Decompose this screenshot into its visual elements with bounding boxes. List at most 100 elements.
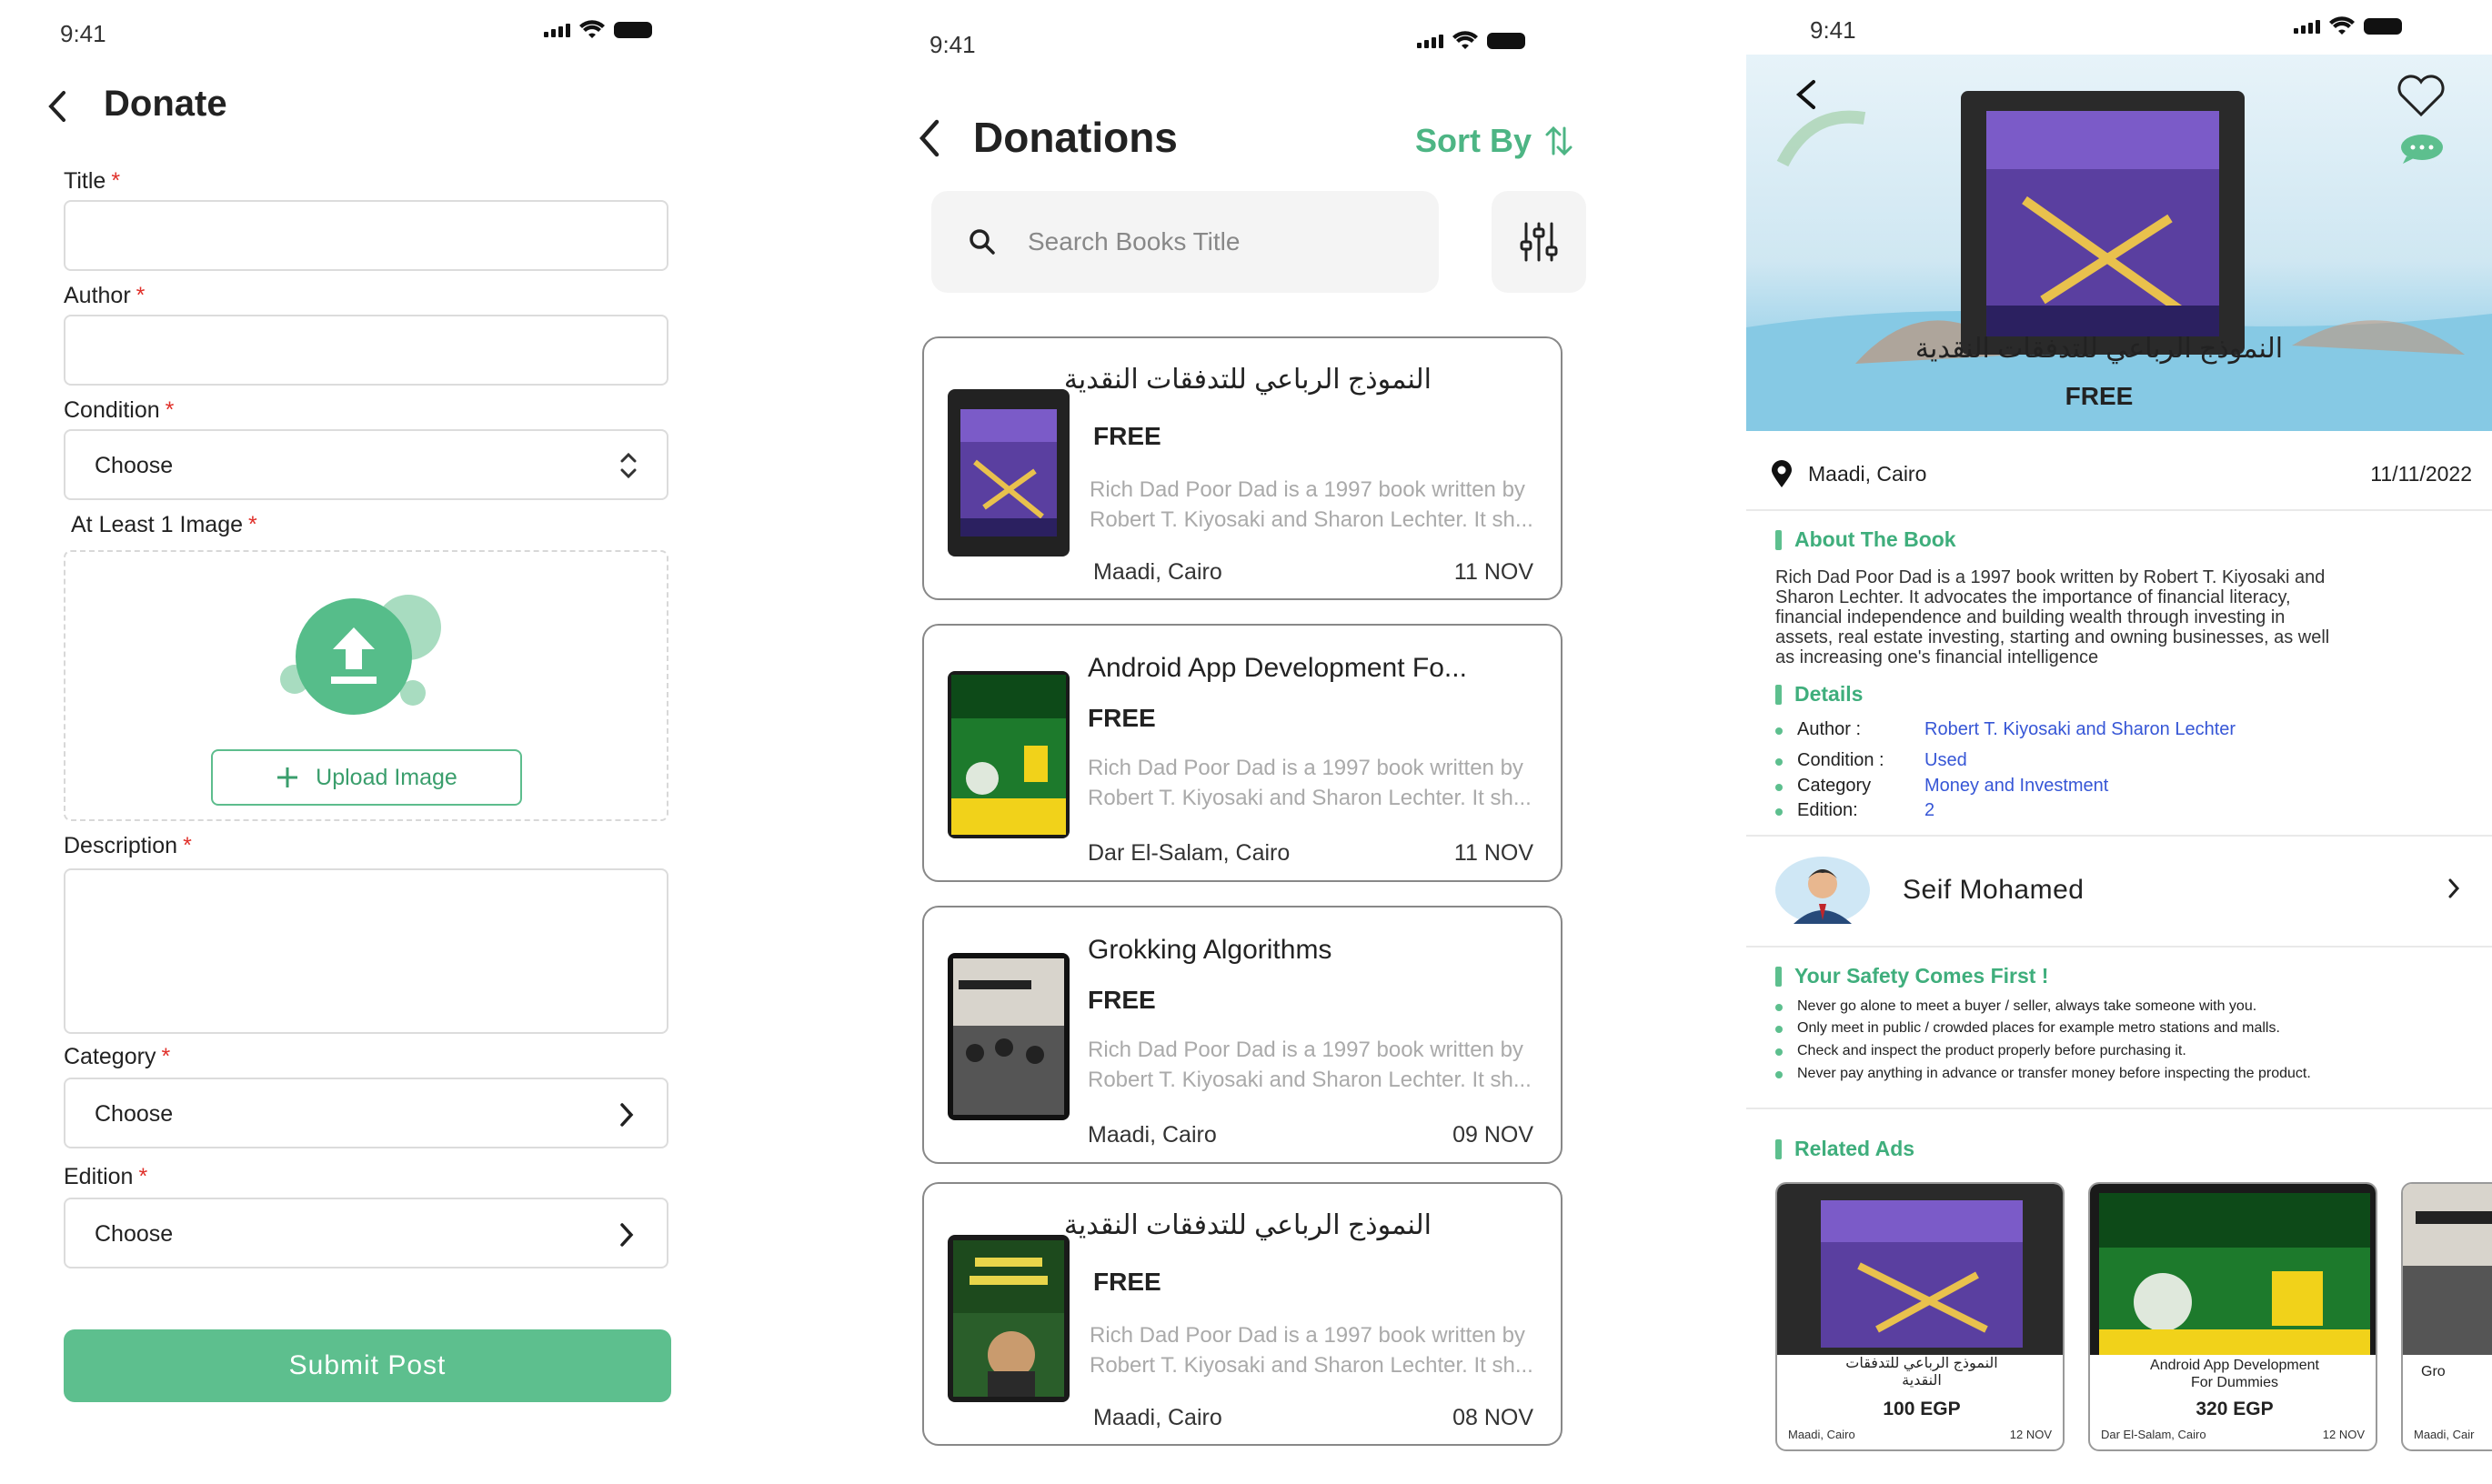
- location-pin-icon: [1772, 460, 1792, 487]
- condition-label: Condition *: [64, 397, 175, 423]
- book-cover-image: [1961, 91, 2245, 355]
- author-value[interactable]: Robert T. Kiyosaki and Sharon Lechter: [1924, 719, 2236, 740]
- sort-by-button[interactable]: Sort By: [1415, 122, 1573, 160]
- safety-tip: Never pay anything in advance or transfe…: [1797, 1066, 2311, 1081]
- upload-image-label: Upload Image: [316, 764, 457, 790]
- back-arrow-icon[interactable]: [45, 89, 69, 124]
- status-icons: [544, 20, 652, 40]
- date-label: 11 NOV: [1453, 559, 1533, 585]
- safety-tip: Never go alone to meet a buyer / seller,…: [1797, 998, 2257, 1014]
- about-text: Rich Dad Poor Dad is a 1997 book written…: [1775, 567, 2330, 667]
- category-select[interactable]: Choose: [64, 1078, 668, 1148]
- battery-icon: [2364, 18, 2402, 35]
- book-description: Rich Dad Poor Dad is a 1997 book written…: [1088, 756, 1532, 810]
- book-title: النموذج الرباعي للتدفقات النقدية: [1914, 334, 2284, 364]
- chevron-right-icon: [620, 1103, 634, 1127]
- status-time: 9:41: [929, 31, 976, 58]
- edition-select[interactable]: Choose: [64, 1198, 668, 1268]
- price-label: FREE: [1093, 422, 1161, 450]
- image-label: At Least 1 Image *: [71, 512, 257, 537]
- date-label: 11/11/2022: [2370, 462, 2472, 486]
- related-ad-card[interactable]: Android App Development For Dummies 320 E…: [2088, 1182, 2377, 1451]
- filter-button[interactable]: [1492, 191, 1586, 293]
- heart-icon[interactable]: [2396, 75, 2447, 118]
- seller-row[interactable]: Seif Mohamed: [1746, 837, 2492, 944]
- about-heading: About The Book: [1775, 527, 1956, 552]
- book-title: النموذج الرباعي للتدفقات النقدية: [1063, 365, 1432, 395]
- back-arrow-icon[interactable]: [917, 118, 942, 158]
- battery-icon: [1487, 33, 1525, 49]
- title-label: Title *: [64, 168, 121, 194]
- condition-value: Used: [1924, 750, 1967, 770]
- book-cover-image: [948, 389, 1070, 556]
- related-ad-title: النموذج الرباعي للتدفقات النقدية: [1845, 1356, 1998, 1389]
- author-input[interactable]: [64, 315, 668, 386]
- list-item[interactable]: النموذج الرباعي للتدفقات النقدية FREE Ri…: [922, 336, 1563, 600]
- list-item[interactable]: Grokking Algorithms FREE Rich Dad Poor D…: [922, 906, 1563, 1164]
- chevron-right-icon: [620, 1223, 634, 1247]
- category-value: Choose: [95, 1101, 174, 1127]
- book-cover-image: [948, 953, 1070, 1120]
- book-title: Android App Development Fo...: [1088, 653, 1467, 683]
- search-input[interactable]: Search Books Title: [1028, 227, 1240, 256]
- search-icon: [970, 229, 995, 255]
- edition-label: Edition:: [1797, 800, 1858, 820]
- filter-sliders-icon: [1520, 222, 1558, 262]
- description-textarea[interactable]: [64, 868, 668, 1034]
- book-title: Grokking Algorithms: [1088, 935, 1332, 965]
- safety-tip: Only meet in public / crowded places for…: [1797, 1020, 2280, 1036]
- search-bar[interactable]: Search Books Title: [931, 191, 1439, 293]
- book-detail-screen: 9:41 النموذج الرباعي للتدفقات النقدية FR…: [1746, 0, 2492, 1484]
- submit-post-button[interactable]: Submit Post: [64, 1329, 671, 1402]
- wifi-icon: [2329, 16, 2355, 35]
- category-label: Category *: [64, 1044, 171, 1069]
- battery-icon: [614, 22, 652, 38]
- location-label: Maadi, Cairo: [1093, 1405, 1222, 1430]
- book-cover-image: [2403, 1184, 2492, 1355]
- divider: [1746, 1108, 2492, 1109]
- related-ad-location: Dar El-Salam, Cairo: [2101, 1428, 2206, 1441]
- related-ad-title: Gro: [2421, 1364, 2446, 1379]
- related-ad-card[interactable]: النموذج الرباعي للتدفقات النقدية 100 EGP …: [1775, 1182, 2065, 1451]
- back-arrow-icon[interactable]: [1794, 78, 1819, 111]
- signal-icon: [1417, 34, 1443, 48]
- up-down-chevron-icon: [620, 452, 637, 479]
- location-label: Maadi, Cairo: [1808, 462, 1927, 486]
- chat-bubble-icon[interactable]: [2399, 133, 2445, 165]
- status-icons: [2294, 16, 2402, 36]
- page-title: Donations: [973, 114, 1178, 161]
- signal-icon: [544, 23, 570, 37]
- details-heading: Details: [1775, 682, 1863, 707]
- list-item[interactable]: Android App Development Fo... FREE Rich …: [922, 624, 1563, 882]
- donate-screen: 9:41 Donate Title * Author * Condition * Ch…: [0, 0, 728, 1484]
- wifi-icon: [1452, 31, 1478, 49]
- hero-banner: النموذج الرباعي للتدفقات النقدية FREE: [1746, 55, 2492, 431]
- condition-select[interactable]: Choose: [64, 429, 668, 500]
- book-title: النموذج الرباعي للتدفقات النقدية: [1063, 1210, 1432, 1240]
- location-label: Dar El-Salam, Cairo: [1088, 840, 1291, 866]
- edition-value: Choose: [95, 1221, 174, 1247]
- edition-label: Edition *: [64, 1164, 148, 1189]
- list-item[interactable]: النموذج الرباعي للتدفقات النقدية FREE Ri…: [922, 1182, 1563, 1446]
- image-upload-area[interactable]: Upload Image: [64, 550, 668, 821]
- upload-image-button[interactable]: Upload Image: [211, 749, 522, 806]
- related-ad-card[interactable]: Gro Maadi, Cair: [2401, 1182, 2492, 1451]
- upload-icon: [280, 595, 441, 715]
- location-label: Maadi, Cairo: [1088, 1122, 1217, 1148]
- book-description: Rich Dad Poor Dad is a 1997 book written…: [1090, 1323, 1533, 1378]
- seller-name: Seif Mohamed: [1903, 875, 2085, 905]
- price-label: FREE: [1088, 704, 1156, 732]
- related-ads-heading: Related Ads: [1775, 1137, 1914, 1161]
- bullet: [1775, 784, 1783, 791]
- donations-screen: 9:41 Donations Sort By Search Books Titl…: [882, 0, 1610, 1484]
- book-cover-image: [948, 1235, 1070, 1402]
- bullet: [1775, 758, 1783, 766]
- edition-value: 2: [1924, 800, 1935, 820]
- price-label: FREE: [1093, 1268, 1161, 1296]
- title-input[interactable]: [64, 200, 668, 271]
- book-description: Rich Dad Poor Dad is a 1997 book written…: [1088, 1038, 1532, 1092]
- related-ad-title: Android App Development For Dummies: [2150, 1358, 2319, 1390]
- book-cover-image: [2090, 1184, 2376, 1355]
- category-value[interactable]: Money and Investment: [1924, 776, 2108, 797]
- book-description: Rich Dad Poor Dad is a 1997 book written…: [1090, 477, 1533, 532]
